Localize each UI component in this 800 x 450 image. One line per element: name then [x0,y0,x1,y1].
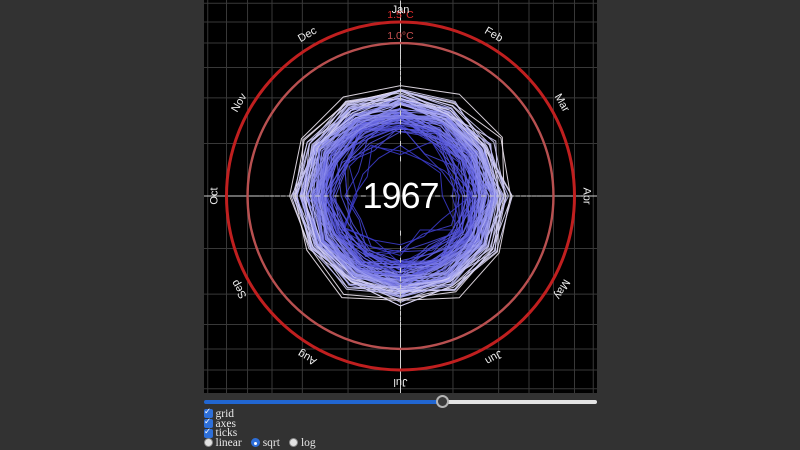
linear-radio-label: linear [216,437,242,449]
month-label-mar: Mar [551,92,571,115]
sqrt-radio[interactable] [251,438,260,447]
month-label-nov: Nov [229,91,249,114]
month-label-aug: Aug [295,347,318,367]
log-radio-label: log [301,437,316,449]
month-label-jan: Jan [391,4,409,16]
chart-controls: grid axes ticks linear sqrt log [204,409,597,448]
ticks-checkbox[interactable] [204,429,213,438]
sqrt-radio-label: sqrt [263,437,280,449]
month-label-dec: Dec [295,25,318,45]
log-radio[interactable] [289,438,298,447]
log-radio-row[interactable]: log [289,437,316,449]
month-label-apr: Apr [580,187,592,204]
axes-checkbox-row[interactable]: axes [204,419,597,429]
year-slider[interactable] [204,395,597,408]
month-label-feb: Feb [482,25,504,45]
linear-radio-row[interactable]: linear [204,437,242,449]
ring-label-1: 1.0°C [387,30,414,42]
month-label-oct: Oct [208,187,220,204]
month-label-jul: Jul [393,376,407,388]
sqrt-radio-row[interactable]: sqrt [251,437,280,449]
month-label-jun: Jun [482,348,503,367]
linear-radio[interactable] [204,438,213,447]
center-year-label: 1967 [362,175,438,216]
grid-checkbox-row[interactable]: grid [204,409,597,419]
spiral-chart: 1.0°C1.5°CJanFebMarAprMayJunJulAugSepOct… [204,0,597,393]
month-label-sep: Sep [229,278,249,301]
spiral-chart-svg: 1.0°C1.5°CJanFebMarAprMayJunJulAugSepOct… [204,0,597,393]
scale-radio-group: linear sqrt log [204,438,597,448]
climate-spiral-app: 1.0°C1.5°CJanFebMarAprMayJunJulAugSepOct… [0,0,800,450]
